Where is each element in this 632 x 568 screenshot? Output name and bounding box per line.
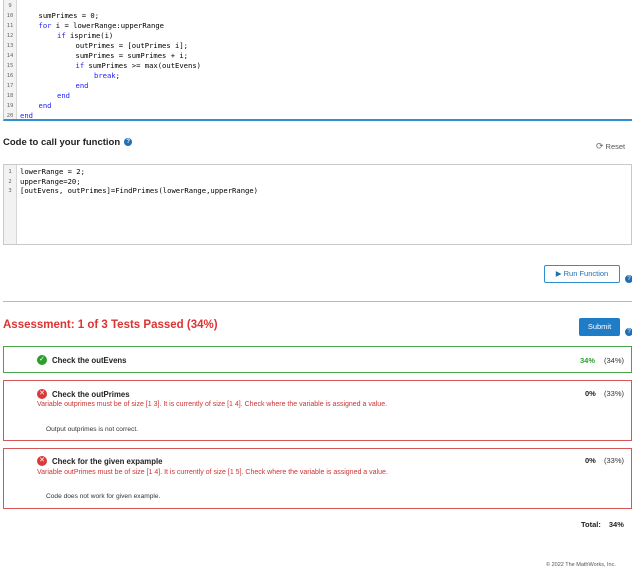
line-number: 2 (8, 178, 12, 185)
code-text: sumPrimes = sumPrimes + i; (20, 51, 189, 61)
error-circle-icon: ✕ (37, 389, 47, 399)
test-error-message: Variable outprimes must be of size [1 3]… (37, 401, 388, 408)
line-number: 19 (6, 103, 14, 109)
line-number: 18 (6, 93, 14, 99)
test-output-message: Code does not work for given example. (46, 493, 161, 500)
line-number: 10 (6, 13, 14, 19)
code-text: [outEvens, outPrimes]=FindPrimes(lowerRa… (20, 186, 258, 195)
code-text: end (20, 101, 52, 111)
code-text: lowerRange = 2; (20, 167, 85, 176)
code-token: ; (115, 71, 120, 80)
code-keyword: if (57, 31, 66, 40)
code-token: sumPrimes = sumPrimes + i; (75, 51, 189, 60)
code-text: for i = lowerRange:upperRange (20, 21, 165, 31)
code-text: sumPrimes = 0; (20, 11, 100, 21)
test-weight: (34%) (604, 356, 625, 365)
test-weight: (33%) (604, 456, 625, 465)
run-function-label: Run Function (563, 269, 609, 278)
line-number: 16 (6, 73, 14, 79)
call-code-editor[interactable]: 1 lowerRange = 2; 2 upperRange=20; 3 [outEven… (3, 164, 632, 245)
play-icon: ▶ (555, 269, 562, 278)
code-text: outPrimes = [outPrimes i]; (20, 41, 189, 51)
assessment-heading: Assessment: 1 of 3 Tests Passed (34%) (3, 319, 218, 331)
test-percent: 0% (585, 389, 596, 398)
test-result-outprimes[interactable]: ✕ Check the outPrimes 0% (33%) Variable … (3, 380, 632, 441)
test-title: Check the outEvens (52, 356, 127, 365)
code-token: isprime(i) (65, 31, 114, 40)
test-title: Check for the given expample (52, 457, 163, 466)
submit-button[interactable]: Submit (579, 318, 620, 336)
line-number: 15 (6, 63, 14, 69)
code-token: i = lowerRange:upperRange (51, 21, 164, 30)
section-divider (3, 301, 632, 302)
code-keyword: end (38, 101, 52, 110)
line-number: 11 (6, 23, 14, 29)
help-icon[interactable]: ? (625, 327, 632, 336)
line-number: 17 (6, 83, 14, 89)
test-output-message: Output outprimes is not correct. (46, 426, 138, 433)
code-keyword: end (20, 111, 33, 120)
test-result-given-example[interactable]: ✕ Check for the given expample 0% (33%) … (3, 448, 632, 509)
test-weight: (33%) (604, 389, 625, 398)
line-number: 12 (6, 33, 14, 39)
code-text: end (20, 111, 33, 121)
code-keyword: break (94, 71, 116, 80)
run-help[interactable]: ? (625, 270, 632, 288)
help-icon[interactable]: ? (625, 274, 632, 283)
call-function-title: Code to call your function (3, 137, 121, 148)
refresh-icon: ⟳ (596, 141, 604, 151)
copyright-text: © 2022 The MathWorks, Inc. (546, 562, 616, 568)
test-result-outevens[interactable]: ✓ Check the outEvens 34% (34%) (3, 346, 632, 373)
line-number: 20 (6, 113, 14, 119)
total-score: Total: 34% (581, 520, 624, 529)
line-number: 14 (6, 53, 14, 59)
code-keyword: for (38, 21, 52, 30)
line-number: 3 (8, 188, 12, 194)
total-label: Total: (581, 520, 601, 529)
line-number: 1 (8, 169, 12, 175)
line-number: 9 (8, 3, 12, 9)
total-value: 34% (608, 520, 624, 529)
test-percent: 34% (580, 356, 596, 365)
code-text: if sumPrimes >= max(outEvens) (20, 61, 202, 71)
code-keyword: if (75, 61, 85, 70)
solution-code-editor[interactable]: 9 10 sumPrimes = 0; 11 for i = lowerRange:up… (3, 0, 632, 121)
call-function-heading: Code to call your function? (3, 137, 133, 148)
code-keyword: end (75, 81, 89, 90)
run-function-button[interactable]: ▶ Run Function (544, 265, 620, 283)
line-number: 13 (6, 43, 14, 49)
check-circle-icon: ✓ (37, 355, 47, 365)
code-text: end (20, 91, 70, 101)
help-icon[interactable]: ? (124, 138, 133, 147)
code-token: outPrimes = [outPrimes i]; (75, 41, 189, 50)
code-text: end (20, 81, 89, 91)
test-title: Check the outPrimes (52, 390, 130, 399)
error-circle-icon: ✕ (37, 456, 47, 466)
code-text: if isprime(i) (20, 31, 113, 41)
test-error-message: Variable outPrimes must be of size [1 4]… (37, 469, 388, 476)
test-percent: 0% (585, 456, 596, 465)
code-keyword: end (57, 91, 70, 100)
code-text: upperRange=20; (20, 176, 81, 186)
code-token: sumPrimes >= max(outEvens) (84, 61, 201, 70)
reset-button[interactable]: ⟳ Reset (596, 141, 625, 152)
code-text: break; (20, 71, 120, 81)
reset-label: Reset (605, 142, 626, 151)
submit-help[interactable]: ? (625, 323, 632, 341)
code-token: sumPrimes = 0; (38, 11, 100, 20)
